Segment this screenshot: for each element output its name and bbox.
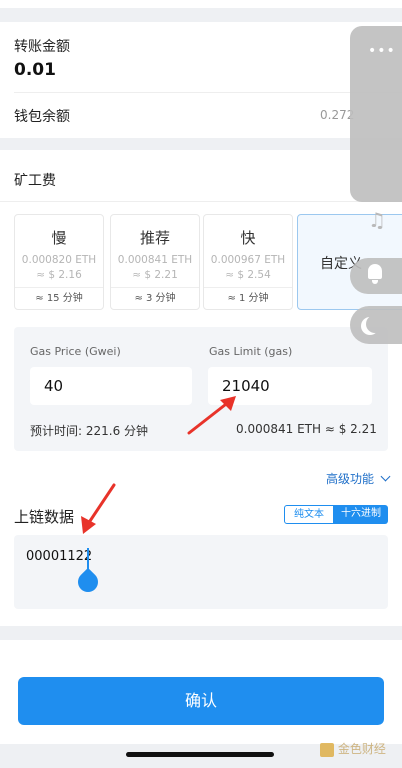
estimated-time: 预计时间: 221.6 分钟 xyxy=(30,424,149,438)
home-indicator xyxy=(126,752,274,757)
notification-button[interactable] xyxy=(350,258,402,294)
dark-mode-button[interactable] xyxy=(350,306,402,344)
divider xyxy=(0,201,402,202)
fee-option-fast[interactable]: 快 0.000967 ETH ≈ $ 2.54 ≈ 1 分钟 xyxy=(203,214,293,310)
tab-hex[interactable]: 十六进制 xyxy=(334,505,388,524)
fee-option-eth: 0.000967 ETH xyxy=(210,254,286,266)
more-icon[interactable]: ••• xyxy=(368,43,396,59)
fee-option-time: ≈ 3 分钟 xyxy=(111,287,199,309)
amount-card: 转账金额 0.01 钱包余额 0.272 xyxy=(0,22,402,138)
advanced-toggle[interactable]: 高级功能 xyxy=(326,470,391,487)
fee-option-recommended[interactable]: 推荐 0.000841 ETH ≈ $ 2.21 ≈ 3 分钟 xyxy=(110,214,200,310)
fee-option-name: 快 xyxy=(240,229,256,247)
moon-icon xyxy=(366,315,384,333)
fee-option-usd: ≈ $ 2.54 xyxy=(225,269,271,281)
fee-option-usd: ≈ $ 2.21 xyxy=(132,269,178,281)
divider xyxy=(14,92,402,93)
tab-plain-text[interactable]: 纯文本 xyxy=(284,505,334,524)
amount-value: 0.01 xyxy=(14,60,56,80)
annotation-arrow-icon xyxy=(81,483,116,534)
fee-option-eth: 0.000820 ETH xyxy=(21,254,97,266)
fee-option-time: ≈ 15 分钟 xyxy=(15,287,103,309)
watermark: 金色财经 xyxy=(320,740,386,757)
chain-data-title: 上链数据 xyxy=(14,508,75,526)
gas-total: 0.000841 ETH ≈ $ 2.21 xyxy=(236,422,377,436)
text-cursor-handle-icon[interactable] xyxy=(73,548,103,597)
fee-option-name: 慢 xyxy=(51,229,67,247)
fee-option-name: 推荐 xyxy=(139,229,170,247)
fee-option-usd: ≈ $ 2.16 xyxy=(36,269,82,281)
watermark-text: 金色财经 xyxy=(337,742,386,756)
watermark-logo-icon xyxy=(320,742,334,757)
music-note-icon[interactable]: ♫ xyxy=(368,208,386,232)
top-strip xyxy=(0,0,402,8)
chevron-down-icon xyxy=(380,471,391,482)
gas-price-input[interactable] xyxy=(30,367,192,405)
fee-title: 矿工费 xyxy=(14,173,56,189)
fee-option-eth: 0.000841 ETH xyxy=(117,254,193,266)
amount-label: 转账金额 xyxy=(14,39,70,55)
bell-clapper xyxy=(372,280,378,284)
fee-option-slow[interactable]: 慢 0.000820 ETH ≈ $ 2.16 ≈ 15 分钟 xyxy=(14,214,104,310)
gas-limit-label: Gas Limit (gas) xyxy=(209,345,293,358)
fee-option-time: ≈ 1 分钟 xyxy=(204,287,292,309)
chain-data-input[interactable]: 00001122 xyxy=(14,535,388,609)
advanced-label: 高级功能 xyxy=(326,472,375,486)
bell-icon xyxy=(368,264,382,279)
annotation-arrow-icon xyxy=(187,396,236,435)
confirm-button[interactable]: 确认 xyxy=(18,677,384,725)
gas-price-label: Gas Price (Gwei) xyxy=(30,345,121,358)
balance-label: 钱包余额 xyxy=(14,109,70,125)
